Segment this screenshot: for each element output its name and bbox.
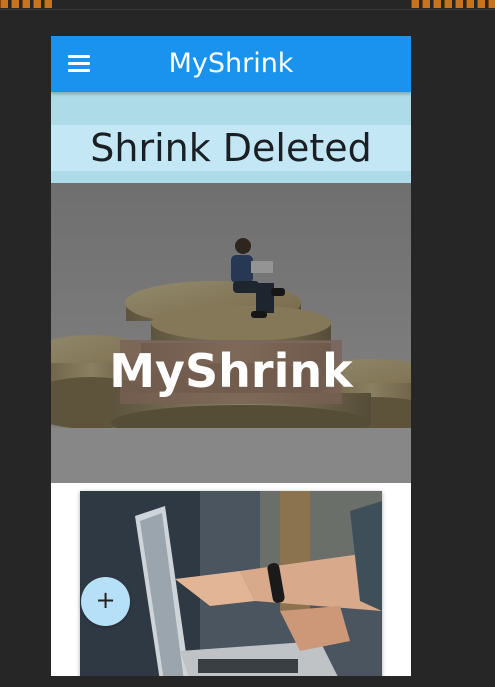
browser-toolbar-strip — [0, 0, 495, 10]
hero-dim-overlay — [51, 183, 411, 483]
toolbar-ticks-right — [411, 0, 495, 9]
app-viewport: MyShrink Shrink Deleted MyShrink + — [51, 36, 411, 676]
toolbar-ticks-left — [0, 0, 55, 9]
app-title: MyShrink — [168, 48, 294, 79]
add-button[interactable]: + — [81, 577, 130, 626]
alert-message: Shrink Deleted — [90, 126, 372, 170]
hero-label: MyShrink — [109, 344, 353, 398]
image-card[interactable] — [80, 491, 382, 676]
status-alert: Shrink Deleted — [51, 92, 411, 183]
app-bar: MyShrink — [51, 36, 411, 92]
laptop-photo — [80, 491, 382, 676]
hero-banner: MyShrink — [51, 183, 411, 483]
plus-icon: + — [95, 586, 116, 614]
